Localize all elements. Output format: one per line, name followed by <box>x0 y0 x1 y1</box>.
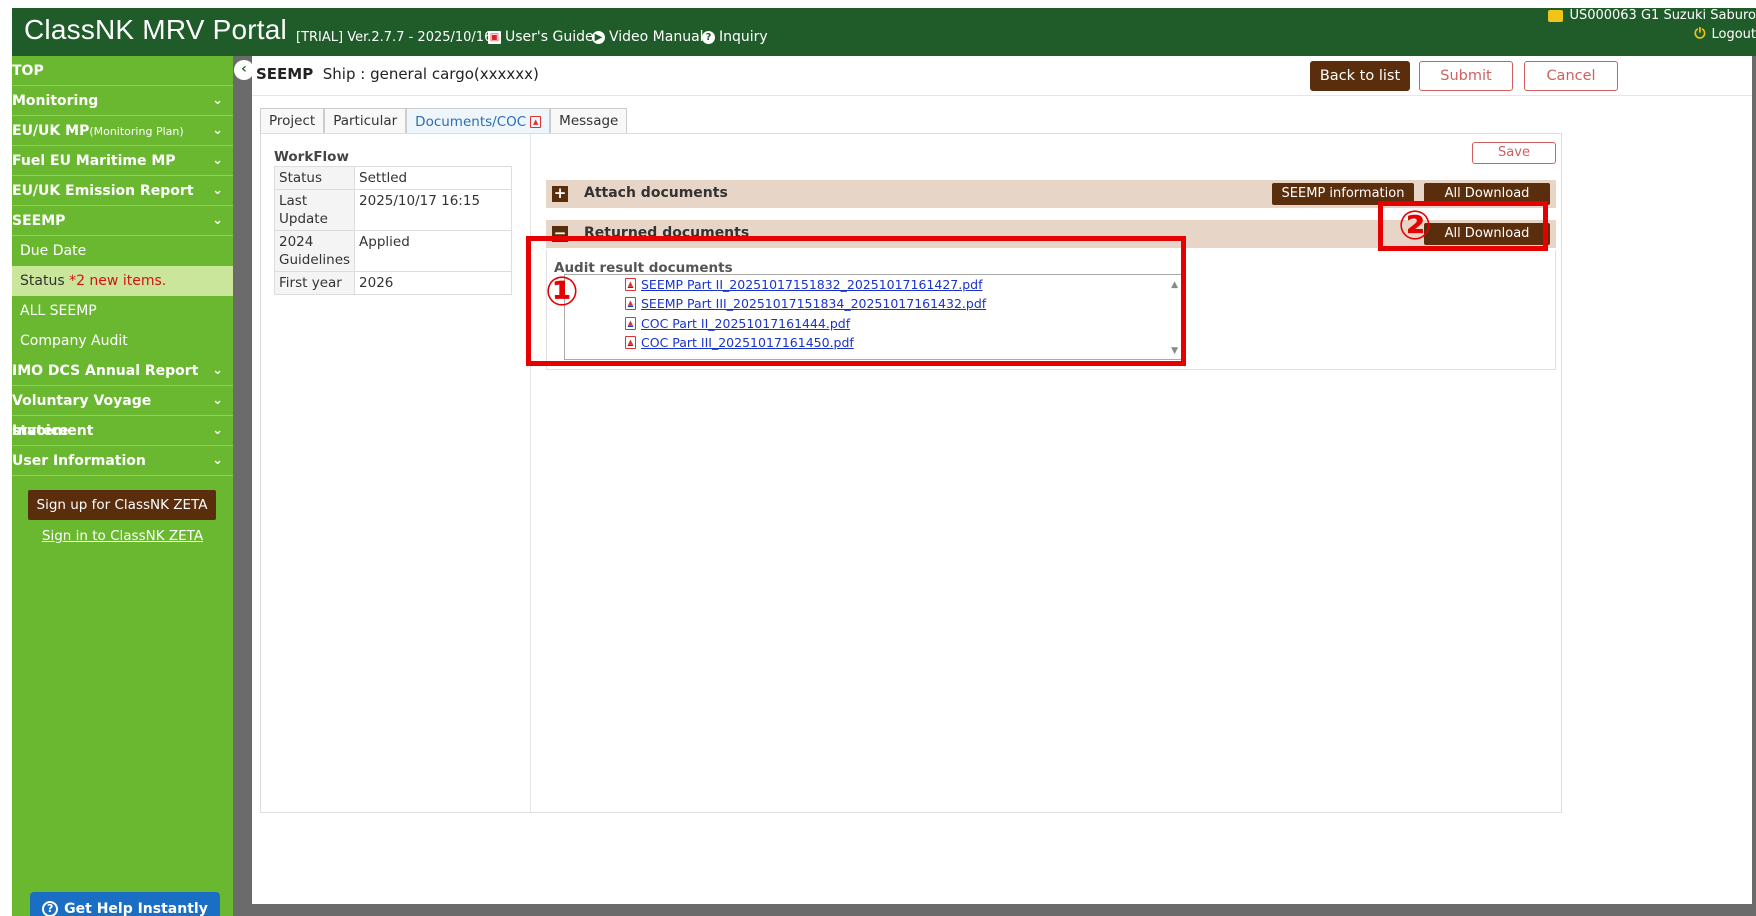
logout-link[interactable]: ⏻ Logout <box>1694 26 1756 42</box>
sidebar-item-label: EU/UK Emission Report <box>12 183 194 199</box>
sidebar-item-label: SEEMP <box>12 213 66 229</box>
workflow-value: 2025/10/17 16:15 <box>354 189 512 231</box>
inquiry-link[interactable]: ? Inquiry <box>702 29 768 45</box>
page-title-ship: Ship : general cargo(xxxxxx) <box>322 65 539 83</box>
save-button[interactable]: Save <box>1472 142 1556 164</box>
cancel-button[interactable]: Cancel <box>1524 61 1618 91</box>
chevron-down-icon: ⌄ <box>212 363 223 378</box>
chevron-down-icon: ⌄ <box>212 453 223 468</box>
id-card-icon <box>1548 9 1564 22</box>
chevron-down-icon: ⌄ <box>212 393 223 408</box>
tab-particular[interactable]: Particular <box>324 108 407 134</box>
zeta-signin-link[interactable]: Sign in to ClassNK ZETA <box>12 528 233 544</box>
page-title: SEEMP Ship : general cargo(xxxxxx) <box>256 65 539 83</box>
sidebar-item-label: Fuel EU Maritime MP <box>12 153 176 169</box>
workflow-key: 2024 Guidelines <box>273 230 356 272</box>
page-title-module: SEEMP <box>256 65 314 83</box>
attach-documents-label: Attach documents <box>584 185 728 201</box>
chevron-down-icon: ⌄ <box>212 423 223 438</box>
tab-documents-coc-label: Documents/COC <box>415 113 527 130</box>
sidebar-item-label: EU/UK MP <box>12 123 90 139</box>
user-info: US000063 G1 Suzuki Saburo <box>1548 8 1756 23</box>
sidebar-item-user-information[interactable]: User Information ⌄ <box>12 446 233 476</box>
logout-label: Logout <box>1711 26 1756 42</box>
sidebar-subitem-company-audit[interactable]: Company Audit <box>12 326 233 356</box>
tab-message[interactable]: Message <box>550 108 628 134</box>
sidebar-item-eu-uk-mp[interactable]: EU/UK MP(Monitoring Plan) ⌄ <box>12 116 233 146</box>
table-row: First year 2026 <box>273 271 512 295</box>
users-guide-label: User's Guide <box>505 29 594 45</box>
table-row: Status Settled <box>273 166 512 190</box>
video-manual-link[interactable]: ▶ Video Manual <box>592 29 704 45</box>
chevron-down-icon: ⌄ <box>212 183 223 198</box>
tab-project[interactable]: Project <box>260 108 325 134</box>
workflow-table: Status Settled Last Update 2025/10/17 16:1… <box>273 166 512 295</box>
sidebar-item-fuel-eu[interactable]: Fuel EU Maritime MP ⌄ <box>12 146 233 176</box>
workflow-title: WorkFlow <box>274 149 349 165</box>
sidebar-item-label: TOP <box>12 63 44 79</box>
workflow-key: Last Update <box>273 189 356 231</box>
workflow-key: First year <box>273 271 356 295</box>
sidebar-collapse-icon[interactable]: ‹ <box>234 60 254 80</box>
table-row: Last Update 2025/10/17 16:15 <box>273 189 512 231</box>
users-guide-link[interactable]: ▣ User's Guide <box>488 29 594 45</box>
workflow-value: 2026 <box>354 271 512 295</box>
annotation-number-2: ② <box>1398 203 1432 249</box>
sidebar-subitem-due-date[interactable]: Due Date <box>12 236 233 266</box>
get-help-label: Get Help Instantly <box>64 901 208 916</box>
main-panel: SEEMP Ship : general cargo(xxxxxx) Back … <box>252 56 1752 904</box>
sidebar-item-label: Invoice <box>12 423 69 439</box>
submit-button[interactable]: Submit <box>1419 61 1513 91</box>
question-icon: ? <box>42 901 59 916</box>
play-icon: ▶ <box>592 30 605 44</box>
zeta-signup-button[interactable]: Sign up for ClassNK ZETA <box>28 490 216 520</box>
user-name: US000063 G1 Suzuki Saburo <box>1569 8 1756 23</box>
table-row: 2024 Guidelines Applied <box>273 230 512 272</box>
sidebar-item-monitoring[interactable]: Monitoring ⌄ <box>12 86 233 116</box>
tab-documents-coc[interactable]: Documents/COC ▲ <box>406 108 551 134</box>
sidebar-item-invoice[interactable]: Invoice ⌄ <box>12 416 233 446</box>
sidebar-subitem-status[interactable]: Status *2 new items. <box>12 266 233 296</box>
sidebar-item-voluntary-voyage[interactable]: Voluntary Voyage statement ⌄ <box>12 386 233 439</box>
chevron-down-icon: ⌄ <box>212 153 223 168</box>
workflow-key: Status <box>273 166 356 190</box>
chevron-down-icon: ⌄ <box>212 213 223 228</box>
chevron-down-icon: ⌄ <box>212 93 223 108</box>
inquiry-label: Inquiry <box>719 29 768 45</box>
version-label: [TRIAL] Ver.2.7.7 - 2025/10/16 <box>296 30 493 45</box>
status-label: Status <box>20 273 65 289</box>
new-items-badge: *2 new items. <box>69 273 167 289</box>
sidebar-item-seemp[interactable]: SEEMP ⌄ <box>12 206 233 236</box>
expand-icon[interactable]: + <box>552 186 568 202</box>
sidebar-item-label: Monitoring <box>12 93 99 109</box>
title-bar: SEEMP Ship : general cargo(xxxxxx) Back … <box>252 56 1752 96</box>
tab-bar: Project Particular Documents/COC ▲ Messa… <box>260 108 628 134</box>
sidebar: TOP Monitoring ⌄ EU/UK MP(Monitoring Plan… <box>12 56 233 916</box>
question-icon: ? <box>702 30 715 44</box>
annotation-number-1: ① <box>545 269 579 315</box>
pdf-icon: ▣ <box>488 30 501 44</box>
workflow-value: Applied <box>354 230 512 272</box>
get-help-button[interactable]: ? Get Help Instantly <box>30 892 220 916</box>
sidebar-item-sublabel: (Monitoring Plan) <box>89 125 184 138</box>
chevron-down-icon: ⌄ <box>212 123 223 138</box>
workflow-value: Settled <box>354 166 512 190</box>
back-to-list-button[interactable]: Back to list <box>1310 61 1410 91</box>
app-window: ClassNK MRV Portal [TRIAL] Ver.2.7.7 - 2… <box>12 8 1756 916</box>
sidebar-item-imo-dcs[interactable]: IMO DCS Annual Report ⌄ <box>12 356 233 386</box>
sidebar-item-label: IMO DCS Annual Report <box>12 363 199 379</box>
annotation-box-1 <box>526 236 1186 366</box>
pdf-icon: ▲ <box>530 115 542 128</box>
app-title: ClassNK MRV Portal <box>24 14 287 45</box>
sidebar-item-emission-report[interactable]: EU/UK Emission Report ⌄ <box>12 176 233 206</box>
video-manual-label: Video Manual <box>609 29 704 45</box>
sidebar-item-label: User Information <box>12 453 146 469</box>
power-icon: ⏻ <box>1694 26 1706 42</box>
top-header: ClassNK MRV Portal [TRIAL] Ver.2.7.7 - 2… <box>12 8 1756 56</box>
sidebar-subitem-all-seemp[interactable]: ALL SEEMP <box>12 296 233 326</box>
sidebar-item-top[interactable]: TOP <box>12 56 233 86</box>
